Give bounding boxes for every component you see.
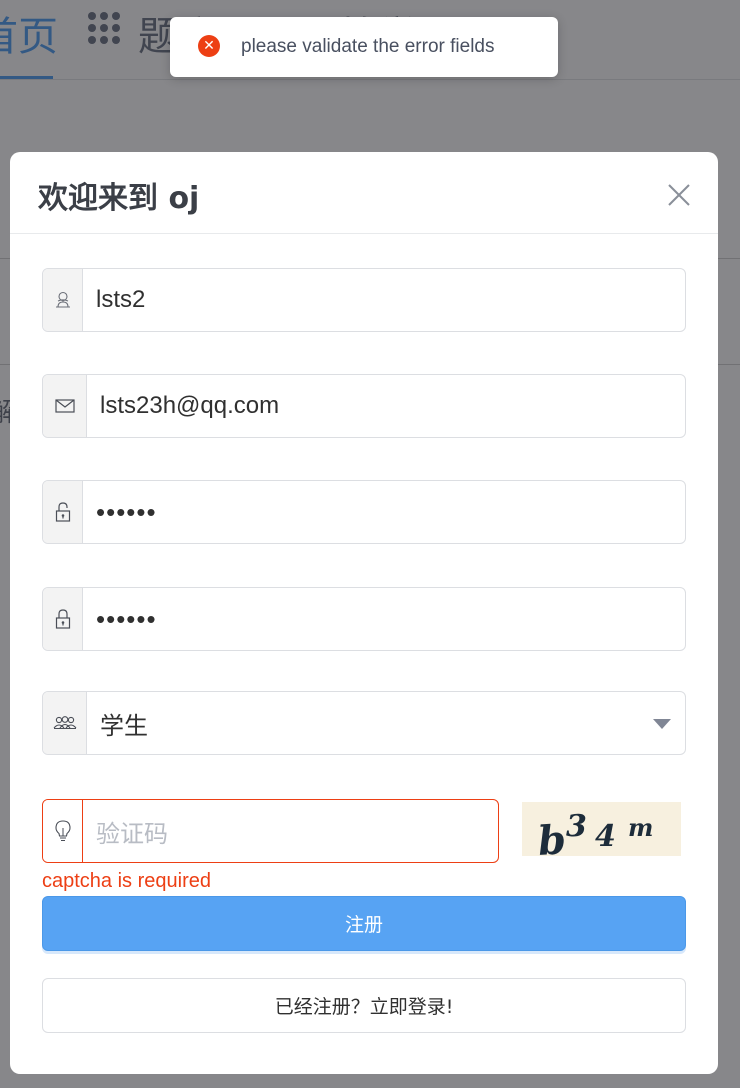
close-icon[interactable] [664,180,694,210]
captcha-input[interactable]: 验证码 [83,800,498,862]
register-button[interactable]: 注册 [42,896,686,951]
error-circle-icon: ✕ [198,35,220,57]
role-select[interactable]: 学生 [42,691,686,755]
modal-title: 欢迎来到 oj [38,181,200,216]
email-input[interactable]: lsts23h@qq.com [87,375,685,437]
email-field[interactable]: lsts23h@qq.com [42,374,686,438]
captcha-image[interactable]: b 3 4 m [522,802,681,856]
mail-icon [43,375,87,437]
lock-icon [43,481,83,543]
go-to-login-button[interactable]: 已经注册？立即登录! [42,978,686,1033]
toast-message: please validate the error fields [241,36,495,57]
svg-text:b: b [536,816,567,856]
svg-text:3: 3 [566,809,587,844]
password-confirm-field[interactable]: •••••• [42,587,686,651]
captcha-field[interactable]: 验证码 [42,799,499,863]
register-modal: 欢迎来到 oj lsts2 lsts23h@qq.com •••••• ••••… [10,152,718,1074]
svg-text:4: 4 [595,819,616,854]
group-icon [43,692,87,754]
lock-icon [43,588,83,650]
password-input[interactable]: •••••• [83,481,685,543]
captcha-error-message: captcha is required [42,870,211,892]
username-input[interactable]: lsts2 [83,269,685,331]
bulb-icon [43,800,83,862]
password-field[interactable]: •••••• [42,480,686,544]
modal-header: 欢迎来到 oj [10,152,718,234]
svg-text:m: m [628,813,653,842]
caret-down-icon[interactable] [653,717,671,735]
error-toast: ✕ please validate the error fields [170,17,558,77]
role-select-value[interactable]: 学生 [87,692,685,754]
username-field[interactable]: lsts2 [42,268,686,332]
user-icon [43,269,83,331]
password-confirm-input[interactable]: •••••• [83,588,685,650]
